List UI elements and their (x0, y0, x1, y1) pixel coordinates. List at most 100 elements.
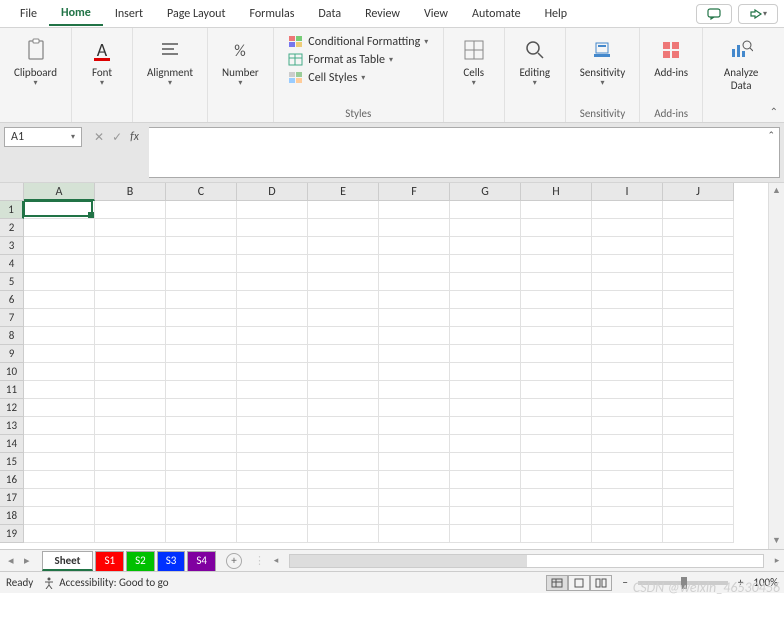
row-header[interactable]: 18 (0, 507, 24, 525)
cell[interactable] (379, 363, 450, 381)
cell[interactable] (166, 237, 237, 255)
cell[interactable] (308, 201, 379, 219)
cell[interactable] (166, 363, 237, 381)
cell[interactable] (521, 201, 592, 219)
cell[interactable] (592, 363, 663, 381)
cell[interactable] (450, 201, 521, 219)
cell[interactable] (95, 507, 166, 525)
cell[interactable] (308, 273, 379, 291)
cell[interactable] (166, 417, 237, 435)
cell[interactable] (592, 399, 663, 417)
cell[interactable] (663, 399, 734, 417)
cell[interactable] (663, 327, 734, 345)
cell[interactable] (379, 381, 450, 399)
cell[interactable] (237, 471, 308, 489)
sensitivity-button[interactable]: Sensitivity ▾ (574, 32, 631, 93)
tab-help[interactable]: Help (533, 3, 580, 25)
cell[interactable] (95, 291, 166, 309)
cell[interactable] (450, 255, 521, 273)
tab-view[interactable]: View (412, 3, 460, 25)
cell[interactable] (592, 201, 663, 219)
sheet-tab[interactable]: Sheet (42, 551, 94, 571)
cell[interactable] (521, 417, 592, 435)
cell[interactable] (592, 327, 663, 345)
cell[interactable] (450, 273, 521, 291)
cell[interactable] (663, 453, 734, 471)
cell[interactable] (308, 417, 379, 435)
cell[interactable] (450, 525, 521, 543)
cell[interactable] (450, 381, 521, 399)
conditional-formatting-button[interactable]: Conditional Formatting ▾ (284, 34, 432, 50)
cell[interactable] (166, 381, 237, 399)
fx-icon[interactable]: fx (130, 130, 139, 144)
cell[interactable] (24, 291, 95, 309)
cell[interactable] (166, 201, 237, 219)
page-break-view-button[interactable] (590, 575, 612, 591)
row-header[interactable]: 7 (0, 309, 24, 327)
cell[interactable] (663, 309, 734, 327)
cell[interactable] (308, 255, 379, 273)
cell[interactable] (521, 507, 592, 525)
cell[interactable] (308, 219, 379, 237)
cell[interactable] (237, 291, 308, 309)
zoom-in-button[interactable]: + (738, 576, 743, 589)
cell[interactable] (450, 345, 521, 363)
cell[interactable] (237, 327, 308, 345)
cell[interactable] (166, 471, 237, 489)
cell[interactable] (308, 435, 379, 453)
cell-styles-button[interactable]: Cell Styles ▾ (284, 70, 432, 86)
cell[interactable] (379, 309, 450, 327)
tab-formulas[interactable]: Formulas (237, 3, 306, 25)
zoom-level[interactable]: 100% (753, 576, 778, 589)
cell[interactable] (663, 471, 734, 489)
column-header[interactable]: H (521, 183, 592, 201)
cell[interactable] (24, 219, 95, 237)
cell[interactable] (379, 273, 450, 291)
cell[interactable] (95, 417, 166, 435)
cell[interactable] (24, 345, 95, 363)
cell[interactable] (450, 291, 521, 309)
cell[interactable] (308, 471, 379, 489)
cell[interactable] (95, 219, 166, 237)
cell[interactable] (95, 471, 166, 489)
cell[interactable] (237, 255, 308, 273)
cell[interactable] (95, 255, 166, 273)
cell[interactable] (95, 399, 166, 417)
alignment-button[interactable]: Alignment ▾ (141, 32, 199, 93)
row-header[interactable]: 15 (0, 453, 24, 471)
cell[interactable] (521, 327, 592, 345)
cell[interactable] (521, 237, 592, 255)
cell[interactable] (24, 417, 95, 435)
cell[interactable] (521, 273, 592, 291)
normal-view-button[interactable] (546, 575, 568, 591)
row-header[interactable]: 4 (0, 255, 24, 273)
cell[interactable] (379, 345, 450, 363)
cell[interactable] (237, 345, 308, 363)
cell[interactable] (166, 345, 237, 363)
cell[interactable] (521, 471, 592, 489)
cell[interactable] (166, 219, 237, 237)
cell[interactable] (24, 201, 95, 219)
cells-button[interactable]: Cells ▾ (452, 32, 496, 93)
cell[interactable] (24, 471, 95, 489)
cell[interactable] (379, 489, 450, 507)
row-header[interactable]: 5 (0, 273, 24, 291)
scroll-down-icon[interactable]: ▼ (769, 533, 784, 549)
format-as-table-button[interactable]: Format as Table ▾ (284, 52, 432, 68)
sheet-tab[interactable]: S3 (157, 551, 186, 571)
column-header[interactable]: A (24, 183, 95, 201)
font-button[interactable]: A Font ▾ (80, 32, 124, 93)
row-header[interactable]: 3 (0, 237, 24, 255)
cell[interactable] (308, 363, 379, 381)
select-all-corner[interactable] (0, 183, 24, 201)
name-box[interactable]: A1 ▾ (4, 127, 82, 147)
cell[interactable] (592, 255, 663, 273)
cell[interactable] (308, 525, 379, 543)
cell[interactable] (663, 255, 734, 273)
cell[interactable] (95, 201, 166, 219)
cell[interactable] (450, 471, 521, 489)
sheet-tab[interactable]: S4 (187, 551, 216, 571)
cell[interactable] (379, 327, 450, 345)
row-header[interactable]: 17 (0, 489, 24, 507)
cell[interactable] (592, 219, 663, 237)
